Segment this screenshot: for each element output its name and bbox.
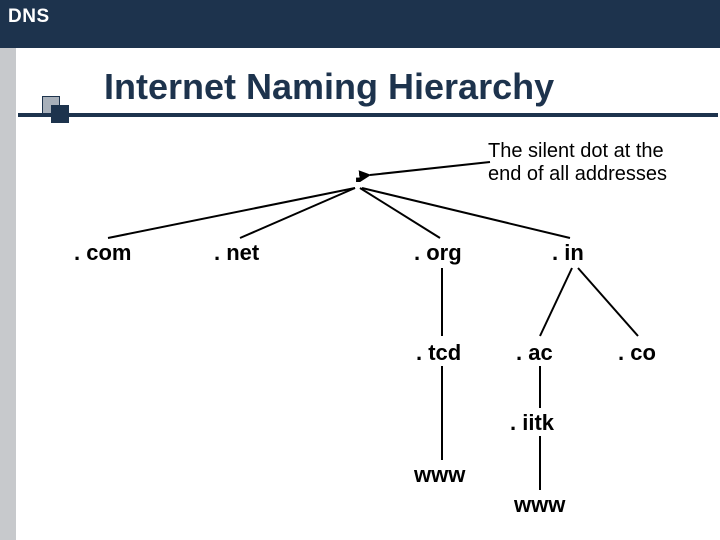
node-ac: . ac [516, 340, 553, 366]
title-bullet-icon [42, 96, 82, 124]
node-com: . com [74, 240, 131, 266]
node-co: . co [618, 340, 656, 366]
node-iitk: . iitk [510, 410, 554, 436]
slide: DNS Internet Naming Hierarchy The silent… [0, 0, 720, 540]
node-tcd: . tcd [416, 340, 461, 366]
page-title: Internet Naming Hierarchy [104, 66, 554, 108]
node-org: . org [414, 240, 462, 266]
node-in: . in [552, 240, 584, 266]
node-net: . net [214, 240, 259, 266]
node-www-iitk: www [514, 492, 565, 518]
node-root: . [354, 156, 362, 190]
header-title: DNS [8, 6, 50, 28]
node-www-tcd: www [414, 462, 465, 488]
title-underline [18, 113, 718, 117]
root-note: The silent dot at the end of all address… [488, 140, 698, 186]
header-bar: DNS [0, 0, 720, 48]
left-rail [0, 48, 16, 540]
